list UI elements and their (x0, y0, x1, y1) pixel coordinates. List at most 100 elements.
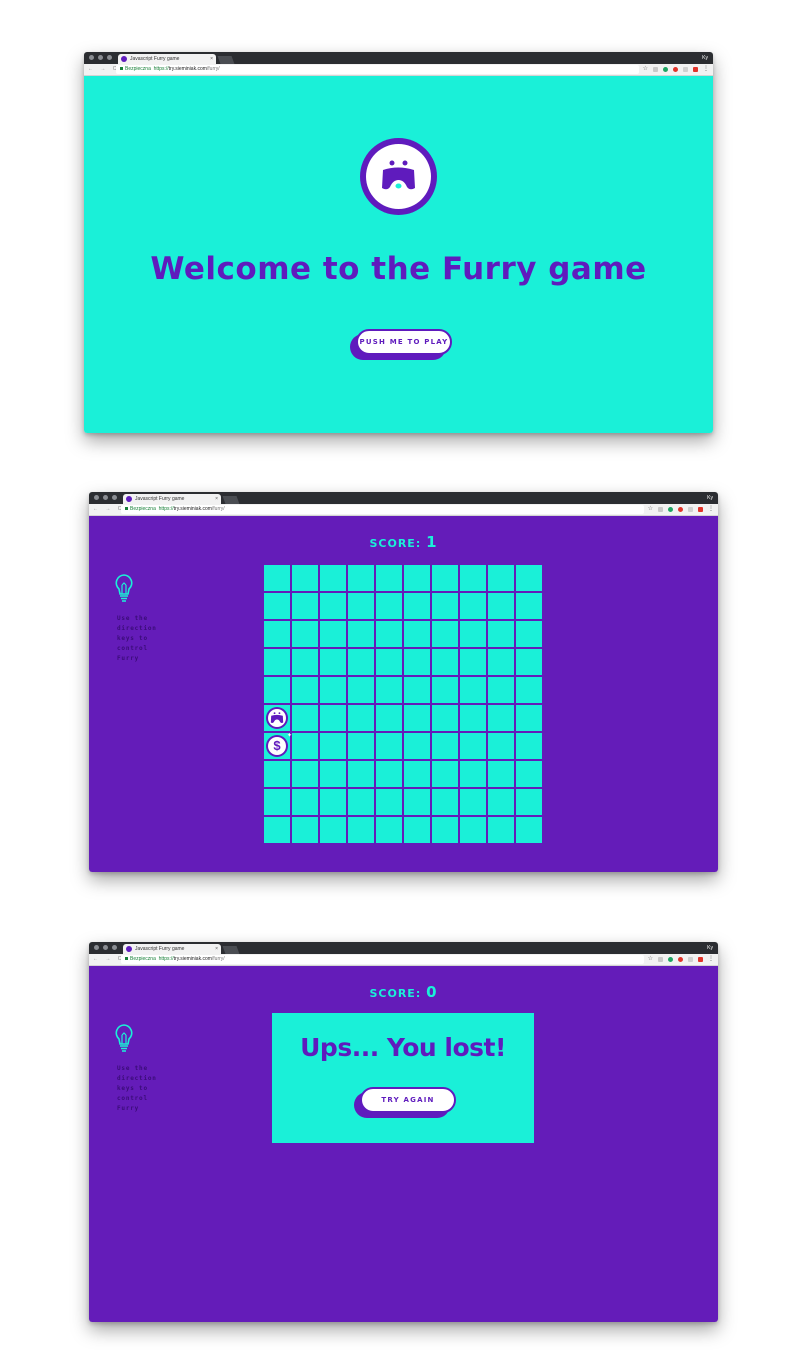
opera-icon[interactable] (673, 67, 678, 72)
board-cell (460, 621, 486, 647)
board-cell (376, 761, 402, 787)
url-scheme: https:// (158, 506, 174, 512)
board-cell (404, 733, 430, 759)
navigation-buttons[interactable]: ← → C (93, 504, 124, 515)
extension-icon[interactable] (668, 507, 673, 512)
browser-tab[interactable]: Javascript Furry game × (123, 494, 221, 504)
board-cell (264, 677, 290, 703)
window-controls[interactable] (94, 945, 117, 950)
score-label: SCORE: (369, 987, 422, 1000)
secure-label: Bezpieczna (130, 506, 156, 512)
opera-icon[interactable] (678, 957, 683, 962)
play-button[interactable]: PUSH ME TO PLAY (356, 329, 452, 355)
board-cell (264, 789, 290, 815)
board-cell (292, 565, 318, 591)
play-button-label: PUSH ME TO PLAY (359, 338, 449, 346)
board-cell (348, 593, 374, 619)
coin-symbol: $ (273, 738, 281, 753)
try-again-button[interactable]: TRY AGAIN (360, 1087, 456, 1113)
browser-window-lost: Javascript Furry game × Ky ← → C Bezpiec… (89, 942, 718, 1322)
opera-icon[interactable] (678, 507, 683, 512)
board-cell (348, 705, 374, 731)
board-cell (404, 621, 430, 647)
extension-icon[interactable] (658, 957, 663, 962)
menu-icon[interactable]: ⋮ (708, 954, 714, 965)
extension-icon[interactable] (698, 507, 703, 512)
new-tab-button[interactable] (222, 946, 240, 954)
new-tab-button[interactable] (217, 56, 235, 64)
menu-icon[interactable]: ⋮ (703, 64, 709, 75)
navigation-buttons[interactable]: ← → C (88, 64, 119, 75)
score-value: 1 (426, 533, 438, 551)
controls-hint: Use the direction keys to control Furry (117, 1065, 157, 1112)
board-cell (348, 789, 374, 815)
controls-hint: Use the direction keys to control Furry (117, 615, 157, 662)
board-cell (320, 789, 346, 815)
address-bar[interactable]: Bezpieczna https://try.sieminiak.com/fur… (121, 505, 644, 514)
new-tab-button[interactable] (222, 496, 240, 504)
profile-button[interactable]: Ky (707, 942, 713, 954)
address-bar[interactable]: Bezpieczna https://try.sieminiak.com/fur… (121, 955, 644, 964)
furry-logo-icon (360, 138, 437, 215)
address-bar[interactable]: Bezpieczna https://try.sieminiak.com/fur… (116, 65, 639, 74)
board-cell (292, 761, 318, 787)
board-cell (320, 677, 346, 703)
extension-icon[interactable] (698, 957, 703, 962)
url-path: /furry/ (206, 66, 220, 72)
board-cell (516, 565, 542, 591)
menu-icon[interactable]: ⋮ (708, 504, 714, 515)
welcome-screen: Welcome to the Furry game PUSH ME TO PLA… (84, 76, 713, 433)
address-toolbar: ← → C Bezpieczna https://try.sieminiak.c… (89, 504, 718, 516)
furry-favicon-icon (126, 946, 132, 952)
bookmark-star-icon[interactable]: ☆ (648, 954, 653, 965)
bookmark-star-icon[interactable]: ☆ (643, 64, 648, 75)
navigation-buttons[interactable]: ← → C (93, 954, 124, 965)
board-cell (292, 649, 318, 675)
board-cell (292, 677, 318, 703)
board-cell (516, 621, 542, 647)
board-cell (264, 593, 290, 619)
lightbulb-icon (115, 1024, 133, 1052)
window-controls[interactable] (94, 495, 117, 500)
board-cell (292, 817, 318, 843)
window-controls[interactable] (89, 55, 112, 60)
extension-icon[interactable] (658, 507, 663, 512)
profile-button[interactable]: Ky (702, 52, 708, 64)
profile-button[interactable]: Ky (707, 492, 713, 504)
game-over-panel: Ups... You lost! TRY AGAIN (272, 1013, 534, 1143)
board-cell (320, 761, 346, 787)
close-tab-icon[interactable]: × (215, 494, 218, 504)
browser-tab[interactable]: Javascript Furry game × (123, 944, 221, 954)
url-host: try.sieminiak.com (173, 506, 212, 512)
browser-tab[interactable]: Javascript Furry game × (118, 54, 216, 64)
board-cell (292, 733, 318, 759)
board-cell (320, 705, 346, 731)
board-cell (488, 649, 514, 675)
board-cell (320, 621, 346, 647)
extension-icon[interactable] (688, 507, 693, 512)
extension-icon[interactable] (653, 67, 658, 72)
extension-icon[interactable] (688, 957, 693, 962)
url-scheme: https:// (153, 66, 169, 72)
lock-icon (120, 67, 123, 71)
close-tab-icon[interactable]: × (210, 54, 213, 64)
url-scheme: https:// (158, 956, 174, 962)
board-cell (516, 733, 542, 759)
board-cell (264, 761, 290, 787)
board-cell (432, 593, 458, 619)
close-tab-icon[interactable]: × (215, 944, 218, 954)
board-cell (376, 733, 402, 759)
extension-icon[interactable] (668, 957, 673, 962)
bookmark-star-icon[interactable]: ☆ (648, 504, 653, 515)
try-again-wrap: TRY AGAIN (354, 1087, 456, 1118)
board-cell (488, 565, 514, 591)
extension-icon[interactable] (663, 67, 668, 72)
board-cell (376, 817, 402, 843)
board-cell (460, 705, 486, 731)
game-board: $ ✦ (264, 565, 544, 845)
extension-icon[interactable] (683, 67, 688, 72)
address-toolbar: ← → C Bezpieczna https://try.sieminiak.c… (89, 954, 718, 966)
tab-strip: Javascript Furry game × Ky (89, 942, 718, 954)
extension-icon[interactable] (693, 67, 698, 72)
board-cell (516, 817, 542, 843)
